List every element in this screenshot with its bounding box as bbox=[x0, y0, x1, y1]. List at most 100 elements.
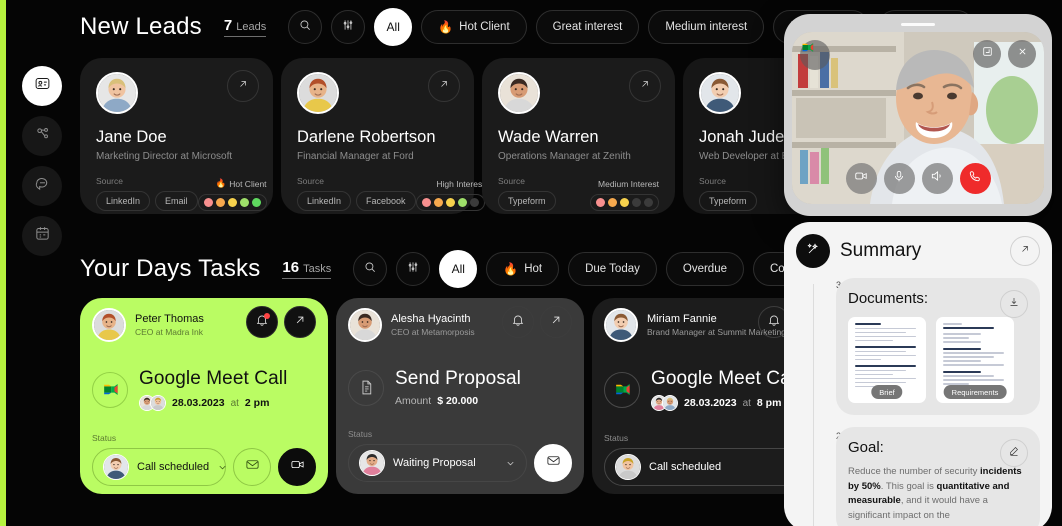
lead-footer: Source LinkedIn Email 🔥 Hot Client bbox=[96, 176, 267, 211]
edit-goal-button[interactable] bbox=[1000, 439, 1028, 467]
task-meta: 28.03.2023 at 2 pm bbox=[139, 395, 287, 411]
lead-name: Wade Warren bbox=[498, 128, 599, 146]
tasks-filter-overdue[interactable]: Overdue bbox=[665, 252, 744, 286]
toggle-speaker-button[interactable] bbox=[921, 163, 953, 194]
goal-text-part: . This goal is bbox=[880, 480, 937, 492]
toggle-microphone-button[interactable] bbox=[883, 163, 915, 194]
leads-count-number: 7 bbox=[223, 17, 233, 34]
open-lead-button[interactable] bbox=[428, 70, 460, 102]
interest-dot bbox=[227, 198, 237, 207]
drag-handle[interactable] bbox=[901, 23, 935, 26]
status-row: Waiting Proposal bbox=[348, 444, 572, 482]
avatar bbox=[103, 454, 129, 480]
summary-open-button[interactable] bbox=[1010, 236, 1040, 266]
source-label: Source bbox=[297, 176, 324, 186]
video-call-controls bbox=[792, 163, 1044, 194]
sidebar-item-messages[interactable] bbox=[22, 166, 62, 206]
expand-icon bbox=[981, 45, 994, 63]
download-icon bbox=[1008, 295, 1020, 313]
leads-filter-great-interest[interactable]: Great interest bbox=[535, 10, 640, 44]
attendee-avatars bbox=[139, 395, 166, 411]
lead-card[interactable]: Darlene Robertson Financial Manager at Fo… bbox=[281, 58, 485, 214]
reminder-button[interactable] bbox=[502, 306, 534, 338]
tasks-sort-button[interactable] bbox=[396, 252, 431, 286]
status-select[interactable]: Waiting Proposal bbox=[348, 444, 527, 482]
leads-search-button[interactable] bbox=[288, 10, 323, 44]
send-mail-button[interactable] bbox=[534, 444, 572, 482]
interest-dot bbox=[644, 198, 653, 207]
video-window-controls bbox=[973, 40, 1036, 68]
document-label: Brief bbox=[871, 385, 903, 399]
open-lead-button[interactable] bbox=[629, 70, 661, 102]
source-tag[interactable]: LinkedIn bbox=[297, 191, 352, 211]
end-call-button[interactable] bbox=[959, 163, 991, 194]
interest-dot bbox=[251, 198, 261, 207]
contact-card-icon bbox=[34, 75, 51, 97]
open-task-button[interactable] bbox=[540, 306, 572, 338]
at-label: at bbox=[230, 397, 239, 409]
sidebar-item-contacts-card[interactable] bbox=[22, 66, 62, 106]
notification-badge bbox=[264, 313, 270, 319]
open-task-button[interactable] bbox=[284, 306, 316, 338]
avatar bbox=[92, 308, 126, 342]
goal-text-part: Reduce the number of security bbox=[848, 466, 981, 477]
close-button[interactable] bbox=[1008, 40, 1036, 68]
calendar-icon bbox=[34, 225, 51, 247]
tasks-filter-due-today[interactable]: Due Today bbox=[568, 252, 657, 286]
sidebar-item-people[interactable] bbox=[22, 116, 62, 156]
status-value: Call scheduled bbox=[649, 461, 722, 473]
open-lead-button[interactable] bbox=[227, 70, 259, 102]
toggle-camera-button[interactable] bbox=[845, 163, 877, 194]
task-card[interactable]: Alesha Hyacinth CEO at Metamorposis Send P… bbox=[336, 298, 584, 494]
lead-interest: 🔥 Hot Client bbox=[197, 178, 267, 211]
source-tags: Typeform bbox=[699, 191, 757, 211]
goal-block: Goal: Reduce the number of security inci… bbox=[836, 427, 1040, 526]
interest-dot bbox=[608, 198, 617, 207]
sidebar-item-calendar[interactable] bbox=[22, 216, 62, 256]
sidebar bbox=[22, 66, 62, 256]
status-select[interactable]: Call scheduled bbox=[92, 448, 226, 486]
source-tag[interactable]: Typeform bbox=[498, 191, 556, 211]
lead-footer: Source Typeform Medium Interest bbox=[498, 176, 659, 211]
tasks-filter-hot[interactable]: 🔥 Hot bbox=[486, 252, 560, 286]
leads-filter-all[interactable]: All bbox=[374, 8, 413, 46]
status-label: Status bbox=[92, 433, 117, 443]
send-mail-button[interactable] bbox=[233, 448, 271, 486]
documents-block: Documents: Brief Requirements bbox=[836, 278, 1040, 415]
right-panel: Summary 3:15 Documents: bbox=[780, 0, 1062, 526]
document-thumbnail[interactable]: Requirements bbox=[936, 317, 1014, 403]
source-label: Source bbox=[498, 176, 525, 186]
leads-filter-hot-client[interactable]: 🔥 Hot Client bbox=[421, 10, 527, 44]
interest-dot bbox=[421, 198, 431, 207]
tasks-count: 16 Tasks bbox=[282, 259, 332, 279]
leads-sort-button[interactable] bbox=[331, 10, 366, 44]
magic-wand-badge bbox=[796, 234, 830, 268]
lead-card[interactable]: Wade Warren Operations Manager at Zenith S… bbox=[482, 58, 675, 214]
interest-dot bbox=[239, 198, 249, 207]
source-tag[interactable]: Email bbox=[155, 191, 198, 211]
start-call-button[interactable] bbox=[278, 448, 316, 486]
avatar bbox=[348, 308, 382, 342]
leads-filter-medium-interest[interactable]: Medium interest bbox=[648, 10, 765, 44]
task-time: 8 pm bbox=[756, 397, 782, 409]
interest-dot bbox=[215, 198, 225, 207]
avatar bbox=[96, 72, 138, 114]
lead-card[interactable]: Jane Doe Marketing Director at Microsoft S… bbox=[80, 58, 273, 214]
speaker-icon bbox=[930, 169, 944, 188]
source-tag[interactable]: LinkedIn bbox=[96, 191, 151, 211]
lead-name: Darlene Robertson bbox=[297, 128, 436, 146]
tasks-filter-all[interactable]: All bbox=[439, 250, 478, 288]
download-button[interactable] bbox=[1000, 290, 1028, 318]
reminder-button[interactable] bbox=[246, 306, 278, 338]
source-tag[interactable]: Typeform bbox=[699, 191, 757, 211]
chevron-down-icon bbox=[219, 465, 226, 469]
source-tag[interactable]: Facebook bbox=[356, 191, 416, 211]
task-card[interactable]: Peter Thomas CEO at Madra Ink Google Meet … bbox=[80, 298, 328, 494]
google-meet-icon bbox=[802, 43, 814, 52]
tasks-search-button[interactable] bbox=[353, 252, 388, 286]
source-tags: Typeform bbox=[498, 191, 556, 211]
document-thumbnail[interactable]: Brief bbox=[848, 317, 926, 403]
summary-card: Summary 3:15 Documents: bbox=[784, 222, 1052, 526]
expand-button[interactable] bbox=[973, 40, 1001, 68]
task-meta: 28.03.2023 at 8 pm bbox=[651, 395, 791, 411]
